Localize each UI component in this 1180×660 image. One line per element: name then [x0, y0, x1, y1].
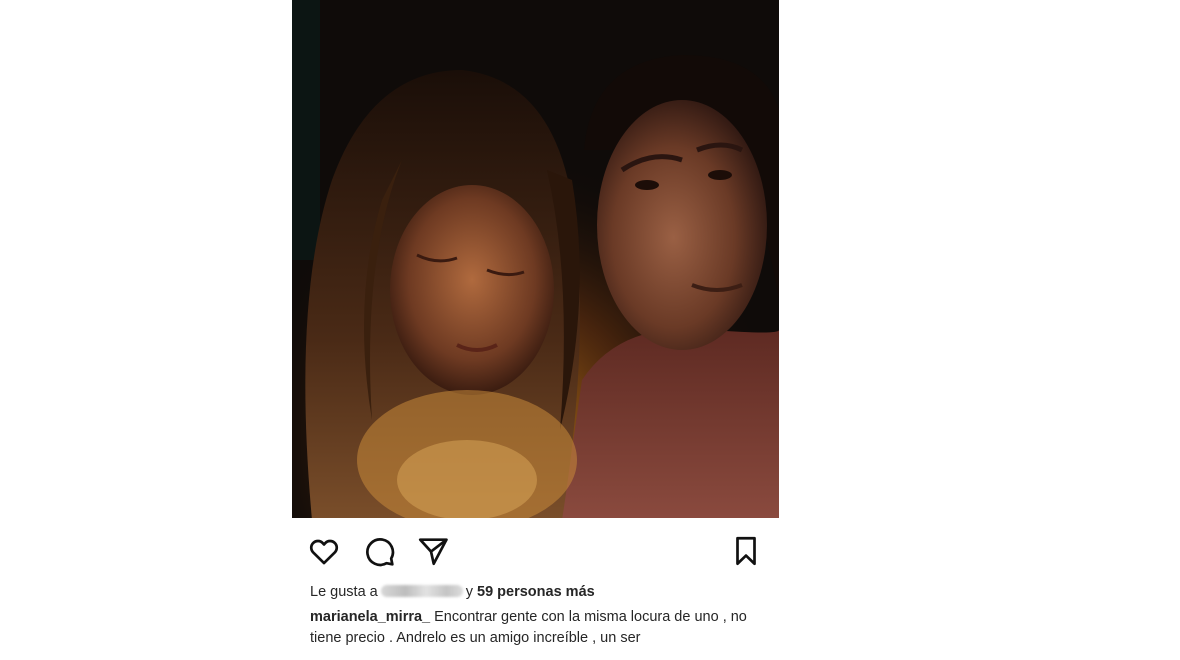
- photo-illustration: [292, 0, 779, 518]
- post-caption: marianela_mirra_ Encontrar gente con la …: [310, 607, 765, 649]
- likes-line: Le gusta a y 59 personas más: [310, 584, 595, 600]
- caption-username[interactable]: marianela_mirra_: [310, 609, 430, 625]
- likes-prefix: Le gusta a: [310, 584, 378, 600]
- heart-icon[interactable]: [307, 534, 341, 568]
- instagram-post: Le gusta a y 59 personas más marianela_mi…: [292, 0, 779, 660]
- comment-icon[interactable]: [362, 534, 396, 568]
- page: Le gusta a y 59 personas más marianela_mi…: [0, 0, 1180, 660]
- action-bar: [292, 518, 779, 580]
- share-icon[interactable]: [416, 534, 450, 568]
- bookmark-icon[interactable]: [729, 534, 763, 568]
- blurred-username: [380, 585, 463, 597]
- likes-count-link[interactable]: 59 personas más: [477, 584, 595, 600]
- post-photo[interactable]: [292, 0, 779, 518]
- likes-connector: y: [465, 584, 473, 600]
